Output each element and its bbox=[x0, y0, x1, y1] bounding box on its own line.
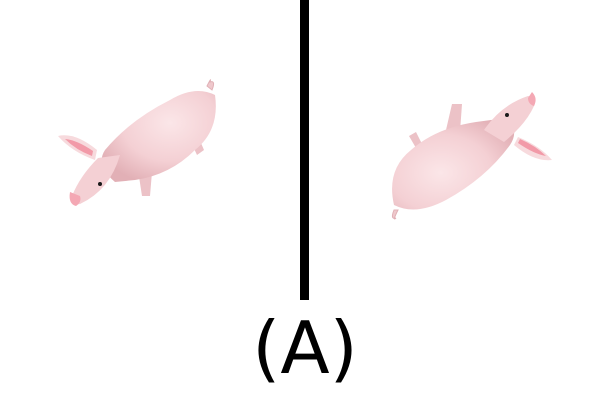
left-panel bbox=[0, 0, 300, 300]
pig-upside-down-icon bbox=[391, 92, 552, 220]
figure-caption: (A) bbox=[252, 306, 358, 390]
pig-standing-icon bbox=[58, 79, 216, 206]
right-panel bbox=[306, 0, 606, 300]
